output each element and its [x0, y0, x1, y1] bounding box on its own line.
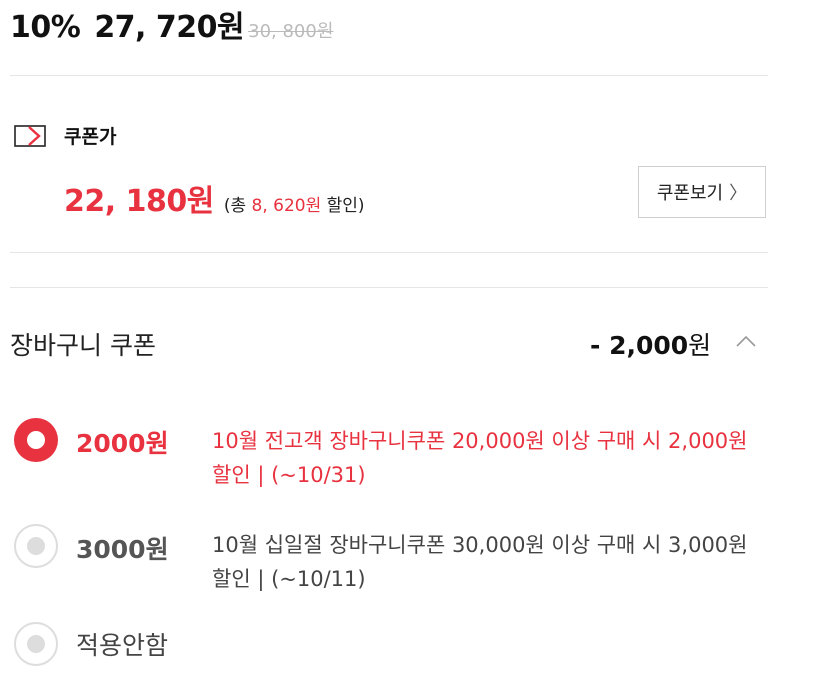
discount-rate: 10% [10, 10, 81, 45]
coupon-price: 22, 180원 [64, 184, 214, 219]
sale-price: 27, 720원 [94, 10, 245, 45]
coupon-price-row: 22, 180원 (총 8, 620원 할인) [64, 176, 365, 220]
radio-dot [27, 635, 45, 653]
radio-dot [27, 431, 45, 449]
original-price: 30, 800원 [248, 21, 334, 42]
view-coupon-label: 쿠폰보기 [656, 183, 724, 204]
radio-coupon-3000[interactable] [14, 524, 58, 568]
divider [10, 287, 768, 288]
cart-coupon-amount-unit: 원 [688, 331, 712, 360]
cart-coupon-amount-number: - 2,000 [590, 331, 689, 360]
no-coupon-label: 적용안함 [76, 631, 169, 660]
coupon-tag-icon [14, 125, 46, 147]
chevron-up-icon[interactable] [735, 332, 757, 350]
discount-prefix: (총 [223, 196, 252, 216]
coupon-total-discount: (총 8, 620원 할인) [224, 191, 365, 216]
discount-suffix: 할인) [321, 196, 365, 216]
discount-amount: 8, 620원 [251, 196, 322, 216]
cart-coupon-label: 장바구니 쿠폰 [10, 331, 156, 360]
cart-coupon-amount[interactable]: - 2,000원 [590, 326, 711, 362]
coupon-option-amount: 2000원 [76, 429, 169, 458]
divider [10, 75, 768, 76]
radio-dot [27, 537, 45, 555]
view-coupon-button[interactable]: 쿠폰보기 〉 [638, 166, 766, 218]
price-row: 10% 27, 720원 30, 800원 [10, 2, 333, 46]
coupon-option-description: 10월 전고객 장바구니쿠폰 20,000원 이상 구매 시 2,000원 할인… [212, 429, 748, 487]
coupon-price-title: 쿠폰가 [64, 126, 117, 148]
divider [10, 252, 768, 253]
radio-coupon-2000[interactable] [14, 418, 58, 462]
radio-no-coupon[interactable] [14, 622, 58, 666]
coupon-option-amount: 3000원 [76, 535, 169, 564]
chevron-right-icon: 〉 [729, 183, 748, 204]
coupon-option-description: 10월 십일절 장바구니쿠폰 30,000원 이상 구매 시 3,000원 할인… [212, 533, 748, 591]
